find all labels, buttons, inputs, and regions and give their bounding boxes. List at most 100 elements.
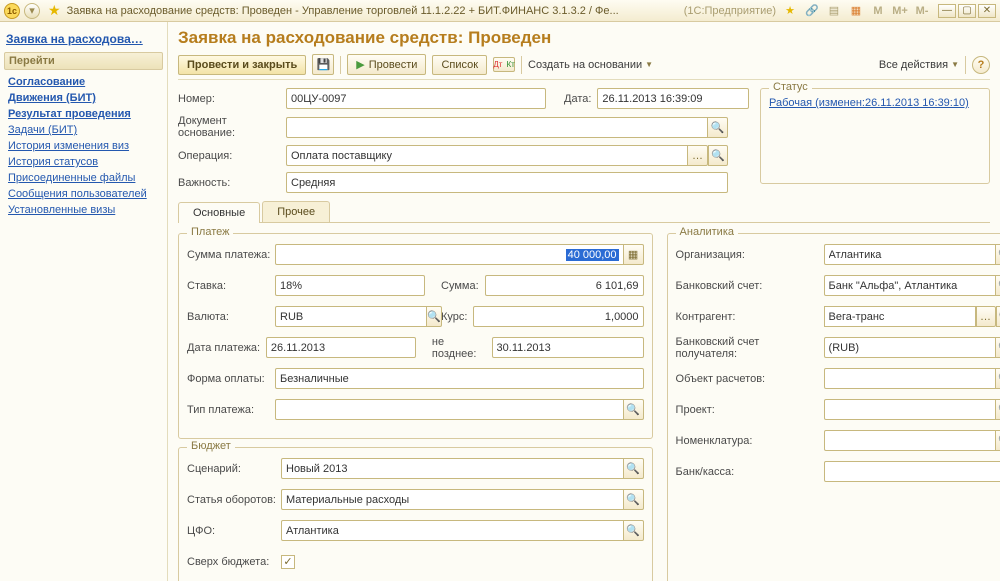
status-link[interactable]: Рабочая (изменен:26.11.2013 16:39:10) [769,97,969,109]
sidebar-link-istoriy-stat[interactable]: История статусов [4,154,163,170]
date-label: Дата: [564,93,591,105]
sidebar-heading[interactable]: Заявка на расходова… [6,32,161,46]
budget-legend: Бюджет [187,440,235,452]
project-input[interactable] [824,399,996,420]
help-button[interactable]: ? [972,56,990,74]
lookup-button[interactable]: 🔍 [708,145,728,166]
importance-input[interactable] [286,172,728,193]
calc-button[interactable]: ▦ [624,244,644,265]
lookup-button[interactable]: 🔍 [996,430,1000,451]
doc-basis-input[interactable] [286,117,708,138]
sum-input[interactable] [485,275,644,296]
more-button[interactable]: … [688,145,708,166]
more-button[interactable]: … [976,306,996,327]
recipient-bank-input[interactable] [824,337,996,358]
importance-label: Важность: [178,177,286,189]
titlebar-icons: ★ 🔗 ▤ ▦ M M+ M- [782,4,930,17]
kurs-label: Курс: [441,311,467,323]
nav-back-button[interactable]: ▾ [24,3,40,19]
all-actions-menu[interactable]: Все действия▼ [879,59,959,71]
list-button[interactable]: Список [432,55,487,75]
close-button[interactable]: ✕ [978,4,996,18]
sidebar-link-messages[interactable]: Сообщения пользователей [4,186,163,202]
link-icon[interactable]: 🔗 [804,4,820,17]
nomenclature-label: Номенклатура: [676,435,824,447]
rate-label: Ставка: [187,280,275,292]
save-icon-button[interactable]: 💾 [312,54,334,75]
sidebar-link-rezultat[interactable]: Результат проведения [4,106,163,122]
sidebar-link-files[interactable]: Присоединенные файлы [4,170,163,186]
cfo-label: ЦФО: [187,525,281,537]
window-subtitle: (1С:Предприятие) [684,5,776,17]
sidebar-section-goto: Перейти [4,52,163,70]
maximize-button[interactable]: ▢ [958,4,976,18]
over-budget-checkbox[interactable]: ✓ [281,555,295,569]
sidebar: Заявка на расходова… Перейти Согласовани… [0,22,168,581]
payment-sum-label: Сумма платежа: [187,249,275,261]
tab-osnovnye[interactable]: Основные [178,202,260,223]
bank-kassa-input[interactable] [824,461,1000,482]
payment-type-input[interactable] [275,399,624,420]
sidebar-link-vizy[interactable]: Установленные визы [4,202,163,218]
payment-type-label: Тип платежа: [187,404,275,416]
sidebar-link-istoriy-viz[interactable]: История изменения виз [4,138,163,154]
scenario-input[interactable] [281,458,624,479]
project-label: Проект: [676,404,824,416]
calc-icon[interactable]: ▤ [826,4,842,17]
recipient-bank-label: Банковский счет получателя: [676,336,824,360]
payment-form-input[interactable] [275,368,644,389]
payment-sum-input[interactable]: 40 000,00 [275,244,624,265]
rate-input[interactable] [275,275,425,296]
operation-input[interactable] [286,145,688,166]
payment-legend: Платеж [187,226,233,238]
org-input[interactable] [824,244,996,265]
kurs-input[interactable] [473,306,643,327]
memory-mminus[interactable]: M- [914,5,930,17]
sidebar-link-soglasovanie[interactable]: Согласование [4,74,163,90]
lookup-button[interactable]: 🔍 [624,520,644,541]
nomenclature-input[interactable] [824,430,996,451]
cfo-input[interactable] [281,520,624,541]
lookup-button[interactable]: 🔍 [996,275,1000,296]
lookup-button[interactable]: 🔍 [624,458,644,479]
favorite-icon[interactable]: ★ [48,2,61,19]
counterparty-input[interactable] [824,306,976,327]
number-input[interactable] [286,88,546,109]
save-and-close-button[interactable]: Провести и закрыть [178,55,306,75]
lookup-button[interactable]: 🔍 [996,337,1000,358]
lookup-button[interactable]: 🔍 [708,117,728,138]
lookup-button[interactable]: 🔍 [624,489,644,510]
dropdown-caret-icon: ▼ [645,60,653,69]
lookup-button[interactable]: 🔍 [427,306,442,327]
currency-input[interactable] [275,306,427,327]
article-input[interactable] [281,489,624,510]
bank-account-label: Банковский счет: [676,280,824,292]
dt-kt-button[interactable]: ДтКт [493,57,515,72]
bank-account-input[interactable] [824,275,996,296]
lookup-button[interactable]: 🔍 [996,399,1000,420]
lookup-button[interactable]: 🔍 [996,368,1000,389]
not-later-input[interactable] [492,337,644,358]
memory-m[interactable]: M [870,5,886,17]
over-budget-label: Сверх бюджета: [187,556,281,568]
date-input[interactable] [597,88,749,109]
memory-mplus[interactable]: M+ [892,5,908,17]
lookup-button[interactable]: 🔍 [996,244,1000,265]
minimize-button[interactable]: — [938,4,956,18]
star-add-icon[interactable]: ★ [782,4,798,17]
sidebar-link-zadachi[interactable]: Задачи (БИТ) [4,122,163,138]
main-content: Заявка на расходование средств: Проведен… [168,22,1000,581]
payment-date-input[interactable] [266,337,416,358]
post-button[interactable]: ▶Провести [347,54,426,75]
tab-prochee[interactable]: Прочее [262,201,330,222]
operation-label: Операция: [178,150,286,162]
calendar-icon[interactable]: ▦ [848,4,864,17]
lookup-button[interactable]: 🔍 [996,306,1000,327]
lookup-button[interactable]: 🔍 [624,399,644,420]
number-label: Номер: [178,93,286,105]
settlement-object-label: Объект расчетов: [676,373,824,385]
sidebar-link-dvizheniya[interactable]: Движения (БИТ) [4,90,163,106]
create-based-on-menu[interactable]: Создать на основании▼ [528,59,653,71]
settlement-object-input[interactable] [824,368,996,389]
status-legend: Статус [769,81,812,93]
